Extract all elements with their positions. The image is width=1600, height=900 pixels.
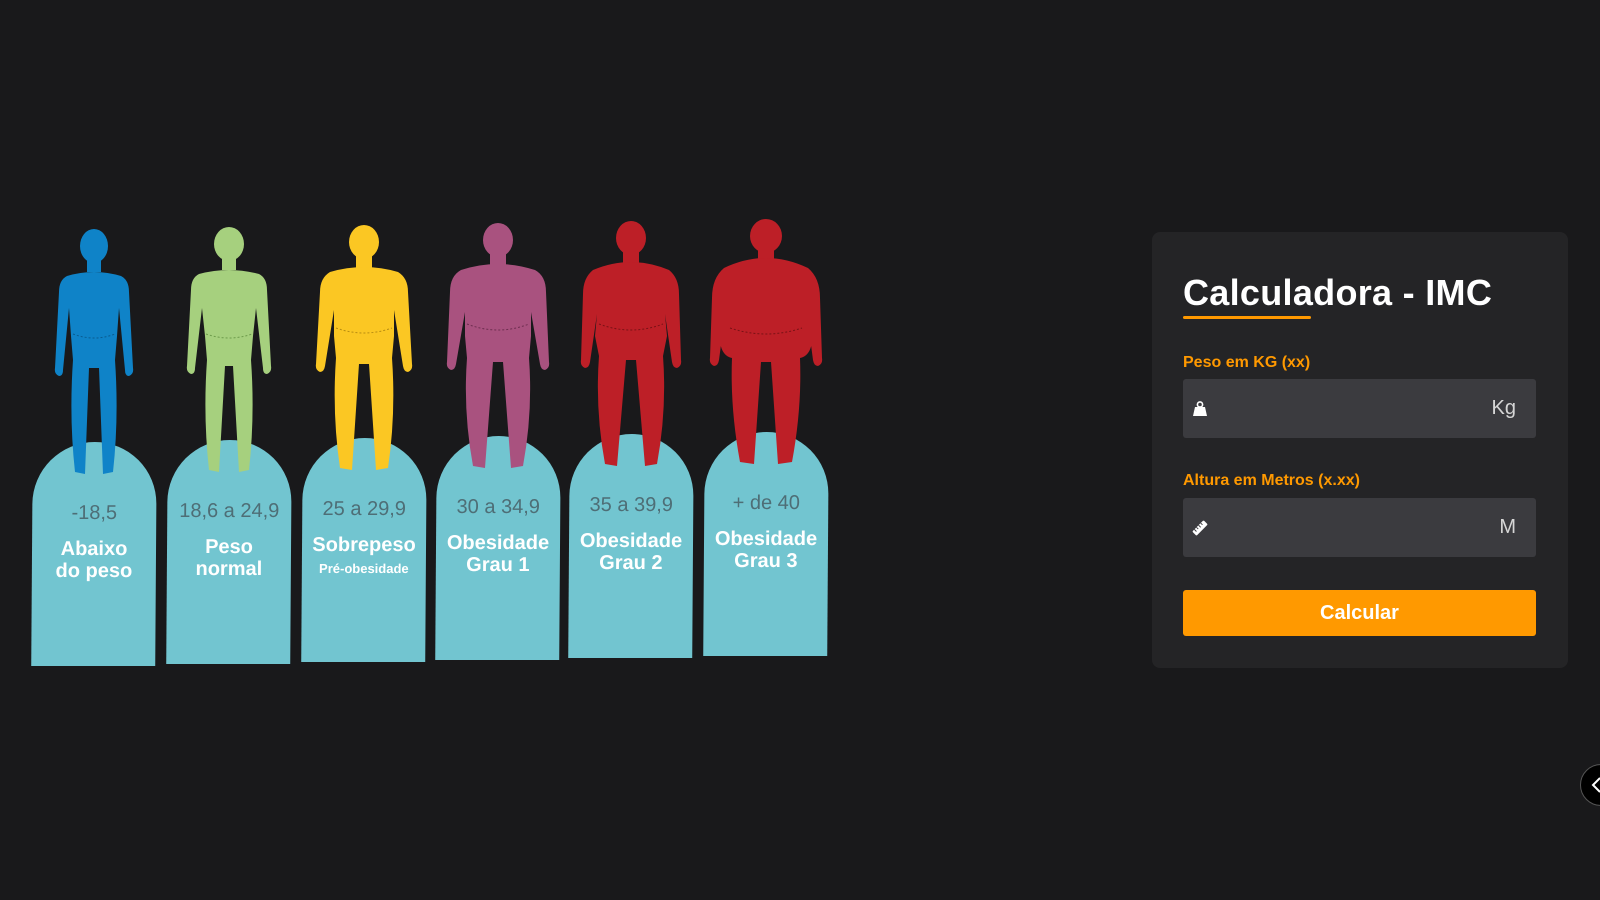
ruler-icon bbox=[1192, 520, 1208, 536]
bmi-category-obese-3: + de 40 Obesidade Grau 3 bbox=[703, 218, 829, 658]
category-range: 25 a 29,9 bbox=[322, 498, 407, 520]
calculate-button[interactable]: Calcular bbox=[1183, 590, 1536, 636]
height-unit: M bbox=[1499, 516, 1516, 538]
bmi-category-normal: 18,6 a 24,9 Peso normal bbox=[166, 226, 292, 666]
category-label: Abaixo do peso bbox=[55, 538, 133, 582]
obese-grade-1-person-icon bbox=[446, 223, 550, 468]
height-input[interactable] bbox=[1219, 498, 1473, 559]
normal-person-icon bbox=[186, 227, 272, 472]
calculator-title: Calculadora - IMC bbox=[1183, 272, 1493, 313]
obese-grade-2-person-icon bbox=[580, 221, 682, 466]
bmi-category-obese-2: 35 a 39,9 Obesidade Grau 2 bbox=[568, 220, 694, 660]
category-label: Peso normal bbox=[195, 536, 263, 580]
height-field-label: Altura em Metros (x.xx) bbox=[1183, 472, 1360, 489]
category-range: 35 a 39,9 bbox=[589, 494, 674, 516]
height-field[interactable]: M bbox=[1183, 498, 1536, 559]
weight-field-label: Peso em KG (xx) bbox=[1183, 354, 1311, 371]
category-range: -18,5 bbox=[71, 502, 118, 524]
slim-person-icon bbox=[54, 229, 134, 474]
category-range: 30 a 34,9 bbox=[456, 496, 541, 518]
category-range: + de 40 bbox=[732, 492, 801, 514]
category-range: 18,6 a 24,9 bbox=[179, 500, 280, 522]
bmi-category-obese-1: 30 a 34,9 Obesidade Grau 1 bbox=[435, 222, 561, 662]
weight-input[interactable] bbox=[1219, 379, 1473, 440]
bmi-category-underweight: -18,5 Abaixo do peso bbox=[31, 228, 157, 668]
weight-unit: Kg bbox=[1491, 397, 1516, 419]
overweight-person-icon bbox=[315, 225, 413, 470]
category-label: Obesidade Grau 1 bbox=[446, 532, 550, 576]
bmi-category-overweight: 25 a 29,9 Sobrepeso Pré-obesidade bbox=[301, 224, 427, 664]
category-label: Sobrepeso Pré-obesidade bbox=[312, 534, 416, 576]
imc-calculator-card: Calculadora - IMC Peso em KG (xx) Kg Alt… bbox=[1152, 232, 1568, 668]
side-panel-toggle[interactable] bbox=[1580, 764, 1600, 806]
bmi-illustration: -18,5 Abaixo do peso 18,6 a 24,9 Peso no… bbox=[0, 0, 860, 900]
obese-grade-3-person-icon bbox=[709, 219, 823, 464]
category-label: Obesidade Grau 3 bbox=[714, 528, 818, 572]
category-label: Obesidade Grau 2 bbox=[579, 530, 683, 574]
chevron-left-icon bbox=[1591, 777, 1600, 793]
weight-icon bbox=[1193, 401, 1207, 416]
title-underline bbox=[1183, 316, 1311, 319]
weight-field[interactable]: Kg bbox=[1183, 379, 1536, 440]
